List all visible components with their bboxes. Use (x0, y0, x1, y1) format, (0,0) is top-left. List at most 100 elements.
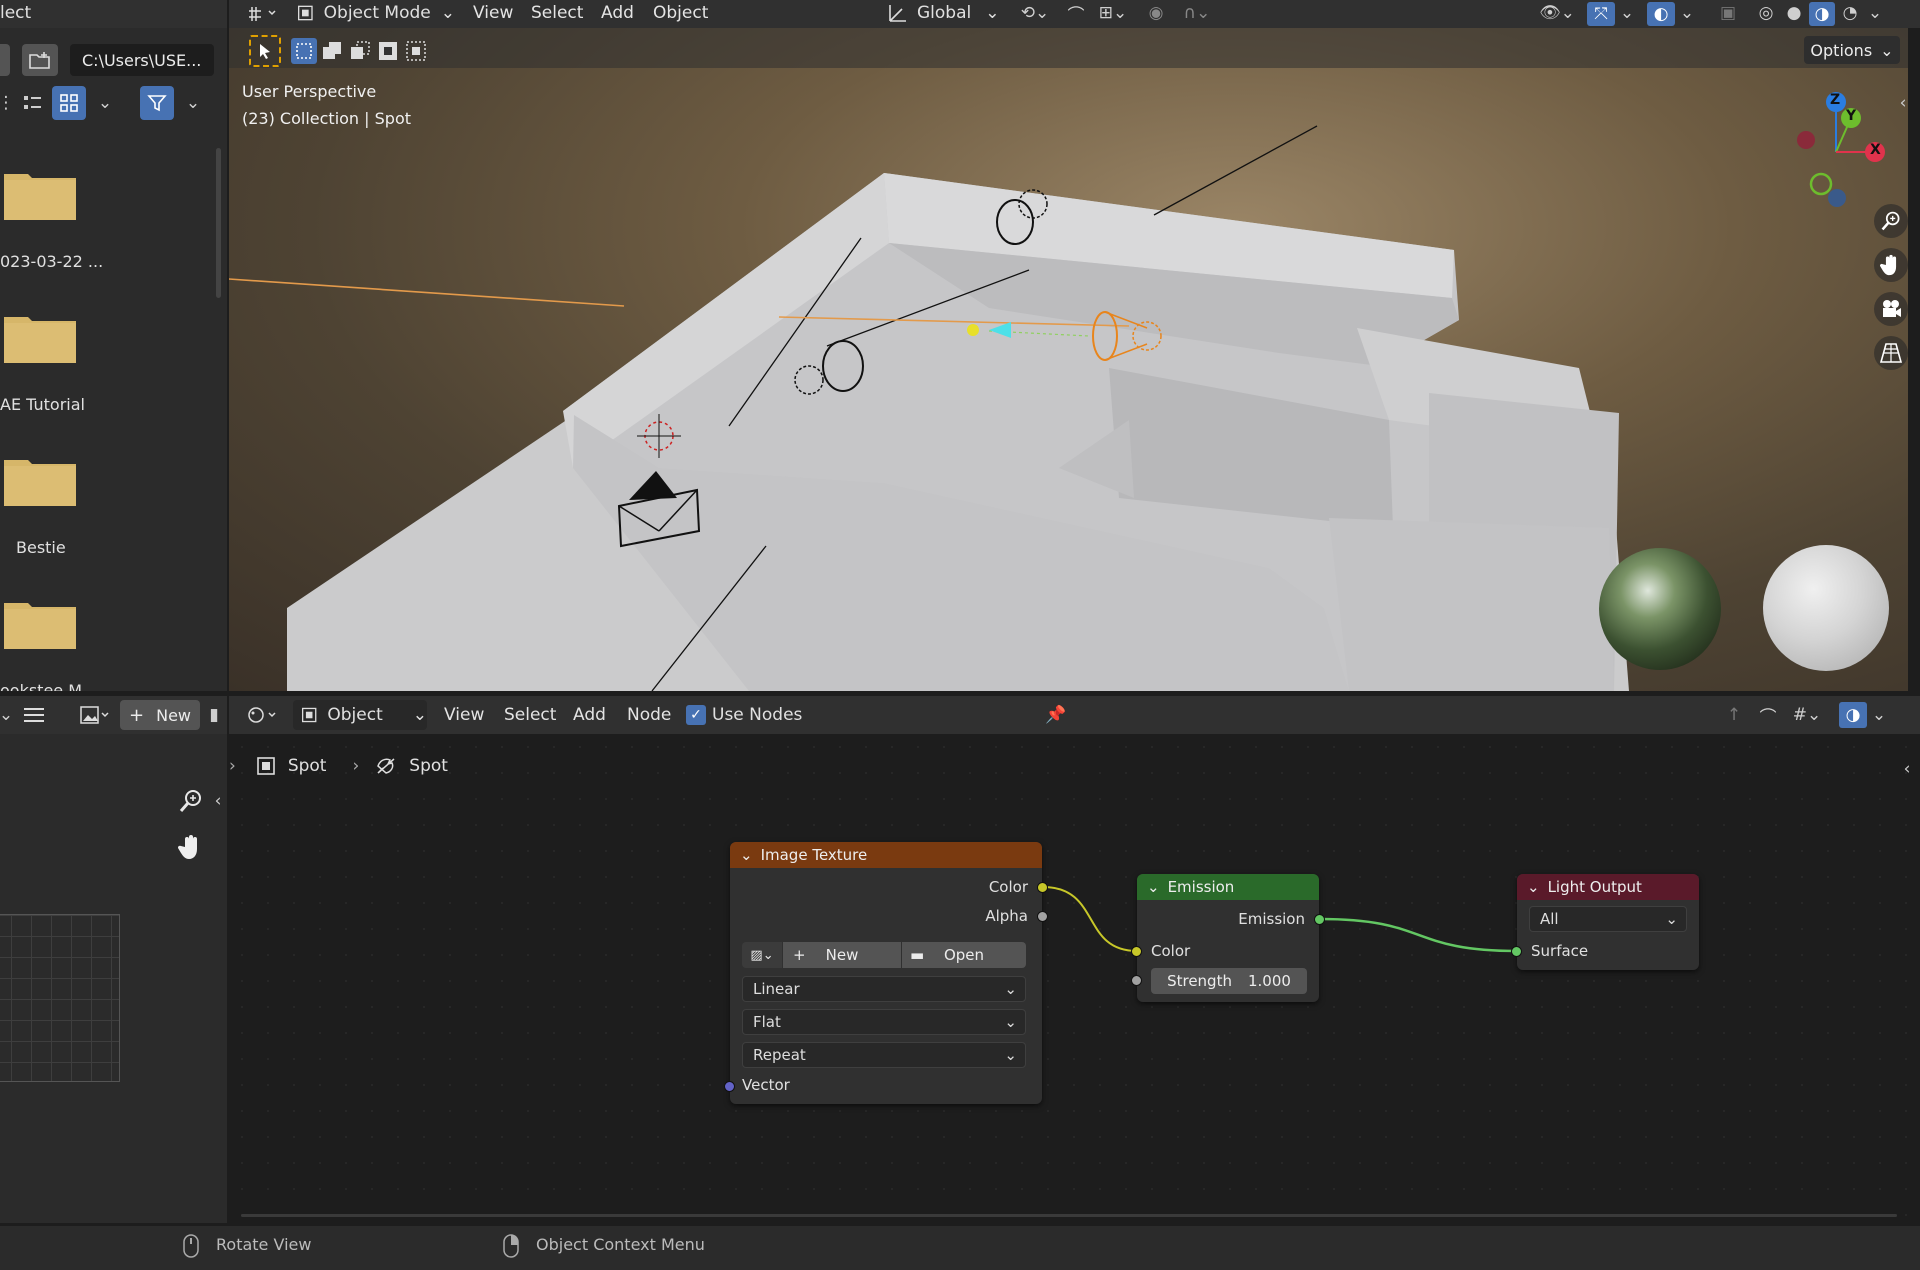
object-icon (301, 707, 317, 723)
menu-view[interactable]: View (473, 0, 513, 26)
projection-dropdown[interactable]: Flat ⌄ (742, 1009, 1026, 1035)
new-folder-button[interactable] (22, 44, 58, 76)
gizmo-z-label: Z (1830, 92, 1841, 108)
folder-item[interactable]: AE Tutorial (0, 311, 210, 436)
proportional-edit-icon[interactable]: ◉ (1141, 0, 1171, 26)
node-light-output[interactable]: ⌄ Light Output All ⌄ Surface (1517, 874, 1699, 970)
file-browser-title: lect (0, 3, 32, 23)
parent-node-tree-icon[interactable]: ↑ (1719, 700, 1749, 730)
material-preview-sphere (1763, 545, 1889, 671)
folder-item[interactable]: Bestie (0, 454, 210, 579)
folder-icon (4, 603, 76, 649)
extension-value: Repeat (753, 1046, 806, 1064)
node-editor-canvas[interactable]: › Spot › Spot ‹ ⌄ Image Texture Color Al… (229, 734, 1920, 1223)
folder-item[interactable]: ookstee M... (0, 597, 210, 691)
folder-name: Bestie (16, 538, 66, 557)
chevron-down-icon[interactable]: ⌄ (1869, 700, 1889, 730)
image-pin-icon[interactable]: ▮ (204, 700, 224, 730)
gizmo-toggle-icon[interactable]: ⤧ (1587, 2, 1615, 26)
back-button[interactable] (0, 44, 10, 76)
snap-target-icon[interactable]: ⊞⌄ (1091, 0, 1135, 26)
use-nodes-checkbox[interactable]: ✓ Use Nodes (686, 702, 802, 728)
chevron-down-icon[interactable]: ⌄ (1865, 0, 1885, 26)
object-mode-dropdown[interactable]: Object Mode ⌄ (297, 0, 455, 26)
node-editor-header: Object ⌄ View Select Add Node ✓ Use Node… (229, 696, 1920, 734)
solid-shading-icon[interactable]: ● (1781, 0, 1807, 26)
orientation-dropdown[interactable]: Global ⌄ (887, 0, 1005, 26)
interpolation-dropdown[interactable]: Linear ⌄ (742, 976, 1026, 1002)
horizontal-scrollbar[interactable] (241, 1214, 1897, 1217)
chevron-down-icon[interactable]: ⌄ (1677, 0, 1697, 26)
image-editor-canvas[interactable]: ‹ (0, 734, 227, 1223)
filter-chevron-icon[interactable]: ⌄ (180, 88, 206, 118)
material-shading-icon[interactable]: ◑ (1809, 2, 1835, 26)
open-image-button[interactable]: ▬ Open (902, 942, 1026, 968)
menu-node[interactable]: Node (627, 702, 671, 728)
overlay-toggle-icon[interactable]: ◐ (1647, 2, 1675, 26)
snap-icon[interactable]: ⌒ (1061, 0, 1091, 26)
collapse-chevron-icon[interactable]: ⌄ (740, 846, 753, 864)
menu-object[interactable]: Object (653, 0, 708, 26)
pin-icon[interactable]: 📌 (1041, 700, 1071, 730)
pivot-icon[interactable]: ⟲⌄ (1013, 0, 1057, 26)
chevron-down-icon[interactable]: ⌄ (0, 700, 13, 730)
shader-type-dropdown[interactable]: Object ⌄ (293, 700, 427, 730)
camera-view-icon[interactable] (1874, 292, 1908, 326)
node-header[interactable]: ⌄ Light Output (1517, 874, 1699, 900)
xray-icon[interactable]: ▣ (1715, 0, 1741, 26)
list-view-icon[interactable]: ⋮ (0, 88, 15, 118)
node-image-texture[interactable]: ⌄ Image Texture Color Alpha ▨⌄ + New ▬ O… (730, 842, 1042, 1104)
socket-image-vector-in[interactable] (724, 1081, 735, 1092)
target-dropdown[interactable]: All ⌄ (1529, 906, 1687, 932)
socket-emission-out[interactable] (1314, 914, 1325, 925)
new-image-button[interactable]: + New (120, 700, 200, 730)
socket-image-color-out[interactable] (1037, 882, 1048, 893)
editor-type-icon[interactable] (243, 0, 283, 26)
node-emission[interactable]: ⌄ Emission Emission Color Strength 1.000 (1137, 874, 1319, 1002)
rendered-shading-icon[interactable]: ◔ (1837, 0, 1863, 26)
node-header[interactable]: ⌄ Image Texture (730, 842, 1042, 868)
socket-surface-in[interactable] (1511, 946, 1522, 957)
new-image-button[interactable]: + New (783, 942, 901, 968)
menu-add[interactable]: Add (601, 0, 634, 26)
socket-emission-color-in[interactable] (1131, 946, 1142, 957)
collapse-chevron-icon[interactable]: ⌄ (1527, 878, 1540, 896)
short-list-icon[interactable] (18, 88, 48, 118)
folder-item[interactable]: 023-03-22 ... (0, 168, 210, 293)
shader-editor-icon[interactable] (241, 700, 285, 730)
file-browser-scrollbar[interactable] (216, 148, 221, 298)
chevron-down-icon[interactable]: ⌄ (92, 88, 118, 118)
image-browse-button[interactable]: ▨⌄ (742, 942, 782, 968)
pan-hand-icon[interactable] (174, 830, 208, 864)
menu-icon[interactable] (18, 700, 50, 730)
snap-icon[interactable]: ⌒ (1753, 700, 1783, 730)
node-header[interactable]: ⌄ Emission (1137, 874, 1319, 900)
path-field[interactable]: C:\Users\USE... (70, 44, 214, 76)
falloff-icon[interactable]: ∩⌄ (1175, 0, 1219, 26)
strength-field[interactable]: Strength 1.000 (1151, 968, 1307, 994)
menu-add[interactable]: Add (573, 702, 606, 728)
collapse-chevron-icon[interactable]: ⌄ (1147, 878, 1160, 896)
viewport-zoom-icon[interactable] (1874, 204, 1908, 238)
visibility-icon[interactable]: 👁⌄ (1535, 0, 1579, 26)
menu-select[interactable]: Select (504, 702, 556, 728)
zoom-icon[interactable] (174, 784, 208, 818)
snap-element-icon[interactable]: #⌄ (1785, 700, 1829, 730)
thumbnail-view-icon[interactable] (52, 86, 86, 120)
menu-select[interactable]: Select (531, 0, 583, 26)
extension-dropdown[interactable]: Repeat ⌄ (742, 1042, 1026, 1068)
menu-view[interactable]: View (444, 702, 484, 728)
image-browse-icon[interactable] (74, 700, 116, 730)
viewport-canvas[interactable]: Options ⌄ User Perspective (23) Collecti… (229, 28, 1908, 691)
chevron-down-icon[interactable]: ⌄ (1617, 0, 1637, 26)
image-selector[interactable]: ▨⌄ + New ▬ Open (742, 942, 1026, 968)
viewport-pan-icon[interactable] (1874, 248, 1908, 282)
socket-emission-strength-in[interactable] (1131, 975, 1142, 986)
chevron-left-icon[interactable]: ‹ (212, 786, 224, 816)
socket-image-alpha-out[interactable] (1037, 911, 1048, 922)
sidebar-toggle-icon[interactable]: ‹ (1897, 88, 1908, 118)
filter-icon[interactable] (140, 86, 174, 120)
wireframe-shading-icon[interactable]: ◎ (1753, 0, 1779, 26)
perspective-toggle-icon[interactable] (1874, 336, 1908, 370)
overlay-toggle-icon[interactable]: ◑ (1839, 702, 1867, 728)
